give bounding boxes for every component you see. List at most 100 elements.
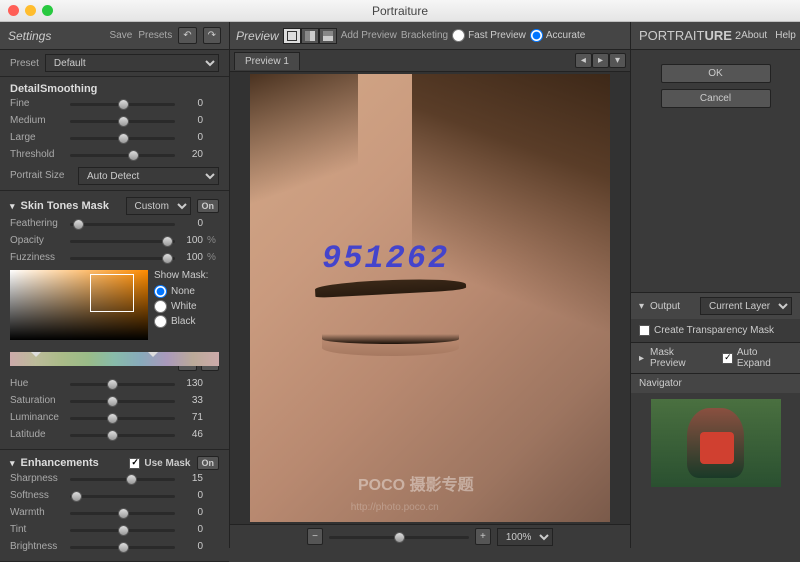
- navigator-title: Navigator: [639, 378, 682, 389]
- brightness-slider[interactable]: [70, 540, 175, 554]
- preview-tabs: Preview 1 ◂ ▸ ▾: [230, 50, 630, 72]
- use-mask-checkbox[interactable]: Use Mask: [129, 458, 190, 469]
- transparency-checkbox[interactable]: Create Transparency Mask: [639, 325, 792, 336]
- threshold-slider[interactable]: [70, 148, 175, 162]
- navigator-section: Navigator: [631, 373, 800, 487]
- zoom-out-button[interactable]: −: [307, 528, 323, 545]
- tint-slider[interactable]: [70, 523, 175, 537]
- save-button[interactable]: Save: [110, 30, 133, 41]
- large-slider[interactable]: [70, 131, 175, 145]
- luminance-label: Luminance: [10, 412, 66, 423]
- next-tab-button[interactable]: ▸: [592, 53, 609, 68]
- sharpness-slider[interactable]: [70, 472, 175, 486]
- enh-toggle[interactable]: On: [197, 456, 220, 470]
- large-label: Large: [10, 132, 66, 143]
- view-single-button[interactable]: [283, 28, 301, 44]
- color-picker[interactable]: [10, 270, 148, 340]
- brand-header: PORTRAITURE2 About Help: [631, 22, 800, 50]
- zoom-slider[interactable]: [329, 530, 469, 544]
- brightness-label: Brightness: [10, 541, 66, 552]
- view-split-v-button[interactable]: [319, 28, 337, 44]
- mask-preview-title: Mask Preview: [650, 347, 710, 369]
- feathering-label: Feathering: [10, 218, 66, 229]
- add-preview-button[interactable]: Add Preview: [341, 30, 397, 41]
- watermark-brand: POCO 摄影专题: [358, 471, 474, 495]
- opacity-slider[interactable]: [70, 234, 175, 248]
- fuzziness-slider[interactable]: [70, 251, 175, 265]
- output-title: Output: [650, 301, 680, 312]
- opacity-label: Opacity: [10, 235, 66, 246]
- window-titlebar: Portraiture: [0, 0, 800, 22]
- help-link[interactable]: Help: [775, 30, 796, 41]
- hue-label: Hue: [10, 378, 66, 389]
- auto-expand-checkbox[interactable]: Auto Expand: [722, 347, 792, 369]
- mask-black-radio[interactable]: Black: [154, 314, 208, 329]
- ok-button[interactable]: OK: [661, 64, 771, 83]
- mask-none-radio[interactable]: None: [154, 284, 208, 299]
- preview-canvas[interactable]: 951262 POCO 摄影专题 http://photo.poco.cn: [230, 72, 630, 524]
- navigator-thumbnail[interactable]: [651, 399, 781, 487]
- fine-value: 0: [179, 98, 203, 109]
- hue-value: 130: [179, 378, 203, 389]
- mask-white-radio[interactable]: White: [154, 299, 208, 314]
- zoom-select[interactable]: 100%: [497, 528, 553, 546]
- zoom-in-button[interactable]: +: [475, 528, 491, 545]
- medium-slider[interactable]: [70, 114, 175, 128]
- about-link[interactable]: About: [741, 30, 767, 41]
- preview-title: Preview: [236, 29, 279, 43]
- warmth-value: 0: [179, 507, 203, 518]
- detail-smoothing-title: DetailSmoothing: [10, 83, 219, 95]
- warmth-slider[interactable]: [70, 506, 175, 520]
- fine-slider[interactable]: [70, 97, 175, 111]
- latitude-slider[interactable]: [70, 428, 175, 442]
- feathering-slider[interactable]: [70, 217, 175, 231]
- medium-value: 0: [179, 115, 203, 126]
- portrait-size-select[interactable]: Auto Detect: [78, 167, 219, 185]
- cancel-button[interactable]: Cancel: [661, 89, 771, 108]
- opacity-value: 100: [179, 235, 203, 246]
- fine-label: Fine: [10, 98, 66, 109]
- undo-button[interactable]: ↶: [178, 27, 196, 44]
- tint-label: Tint: [10, 524, 66, 535]
- output-section: ▾ Output Current Layer Create Transparen…: [631, 292, 800, 342]
- hue-strip[interactable]: [10, 352, 219, 366]
- portrait-size-label: Portrait Size: [10, 170, 74, 181]
- redo-button[interactable]: ↷: [203, 27, 221, 44]
- chevron-down-icon[interactable]: ▾: [10, 458, 15, 469]
- saturation-value: 33: [179, 395, 203, 406]
- prev-tab-button[interactable]: ◂: [575, 53, 592, 68]
- mask-preview-section: ▸ Mask Preview Auto Expand: [631, 342, 800, 373]
- chevron-right-icon[interactable]: ▸: [639, 353, 644, 364]
- skin-mode-select[interactable]: Custom: [126, 197, 191, 215]
- bracketing-button[interactable]: Bracketing: [401, 30, 448, 41]
- fast-preview-radio[interactable]: Fast Preview: [452, 29, 526, 42]
- accurate-radio[interactable]: Accurate: [530, 29, 585, 42]
- softness-label: Softness: [10, 490, 66, 501]
- view-split-h-button[interactable]: [301, 28, 319, 44]
- large-value: 0: [179, 132, 203, 143]
- hue-slider[interactable]: [70, 377, 175, 391]
- settings-panel: Settings Save Presets ↶ ↷ Preset Default…: [0, 22, 230, 548]
- softness-slider[interactable]: [70, 489, 175, 503]
- view-mode-buttons: [283, 28, 337, 44]
- saturation-slider[interactable]: [70, 394, 175, 408]
- enhancements-title: Enhancements: [21, 457, 99, 469]
- skin-tones-section: ▾ Skin Tones Mask Custom On Feathering 0…: [0, 191, 229, 450]
- watermark-text: 951262: [322, 240, 449, 277]
- preset-select[interactable]: Default: [45, 54, 219, 72]
- chevron-down-icon[interactable]: ▾: [10, 201, 15, 212]
- fuzziness-value: 100: [179, 252, 203, 263]
- luminance-value: 71: [179, 412, 203, 423]
- luminance-slider[interactable]: [70, 411, 175, 425]
- softness-value: 0: [179, 490, 203, 501]
- skin-toggle[interactable]: On: [197, 199, 220, 213]
- preview-tab-1[interactable]: Preview 1: [234, 52, 300, 70]
- tab-menu-button[interactable]: ▾: [609, 53, 626, 68]
- chevron-down-icon[interactable]: ▾: [639, 301, 644, 312]
- window-title: Portraiture: [0, 4, 800, 18]
- output-mode-select[interactable]: Current Layer: [700, 297, 792, 315]
- threshold-value: 20: [179, 149, 203, 160]
- presets-button[interactable]: Presets: [138, 30, 172, 41]
- tint-value: 0: [179, 524, 203, 535]
- watermark-url: http://photo.poco.cn: [351, 502, 439, 513]
